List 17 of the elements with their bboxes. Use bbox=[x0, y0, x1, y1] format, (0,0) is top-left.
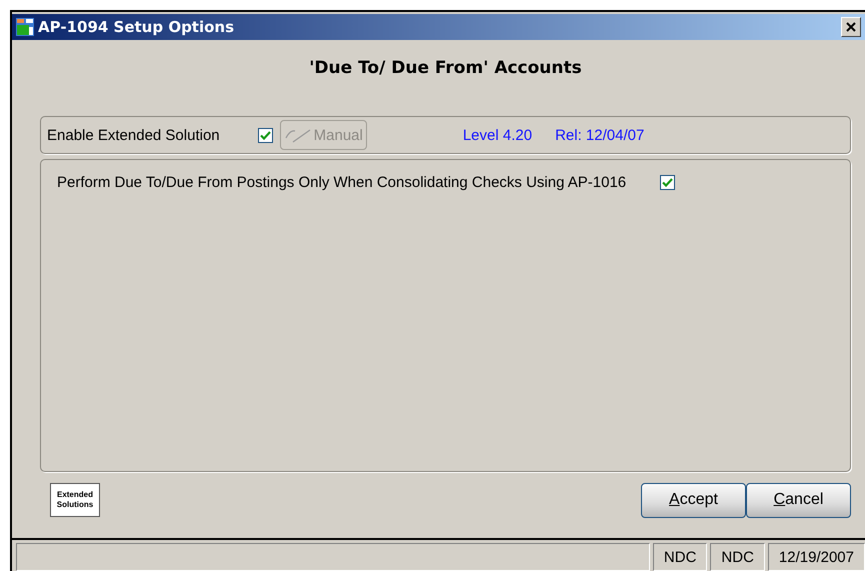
release-label: Rel: 12/04/07 bbox=[555, 126, 644, 144]
logo: Extended Solutions bbox=[50, 483, 100, 517]
checkbox-label: Perform Due To/Due From Postings Only When Consolidating Checks Using AP-1016 bbox=[57, 174, 626, 191]
close-button[interactable] bbox=[841, 17, 861, 37]
status-field: NDC bbox=[710, 543, 765, 571]
status-field: 12/19/2007 bbox=[768, 543, 865, 571]
status-field: NDC bbox=[652, 543, 708, 571]
dialog-heading: 'Due To/ Due From' Accounts bbox=[308, 58, 583, 78]
version-label: Level 4.20 bbox=[462, 126, 532, 144]
app-icon bbox=[16, 18, 34, 36]
window-title: AP-1094 Setup Options bbox=[38, 18, 234, 36]
close-icon bbox=[846, 22, 856, 32]
dialog-button[interactable]: Cancel bbox=[746, 482, 851, 518]
checkbox[interactable] bbox=[660, 175, 676, 190]
checkbox[interactable] bbox=[258, 128, 273, 142]
dialog-button[interactable]: Accept bbox=[641, 482, 746, 518]
checkbox-label: Enable Extended Solution bbox=[47, 126, 220, 144]
